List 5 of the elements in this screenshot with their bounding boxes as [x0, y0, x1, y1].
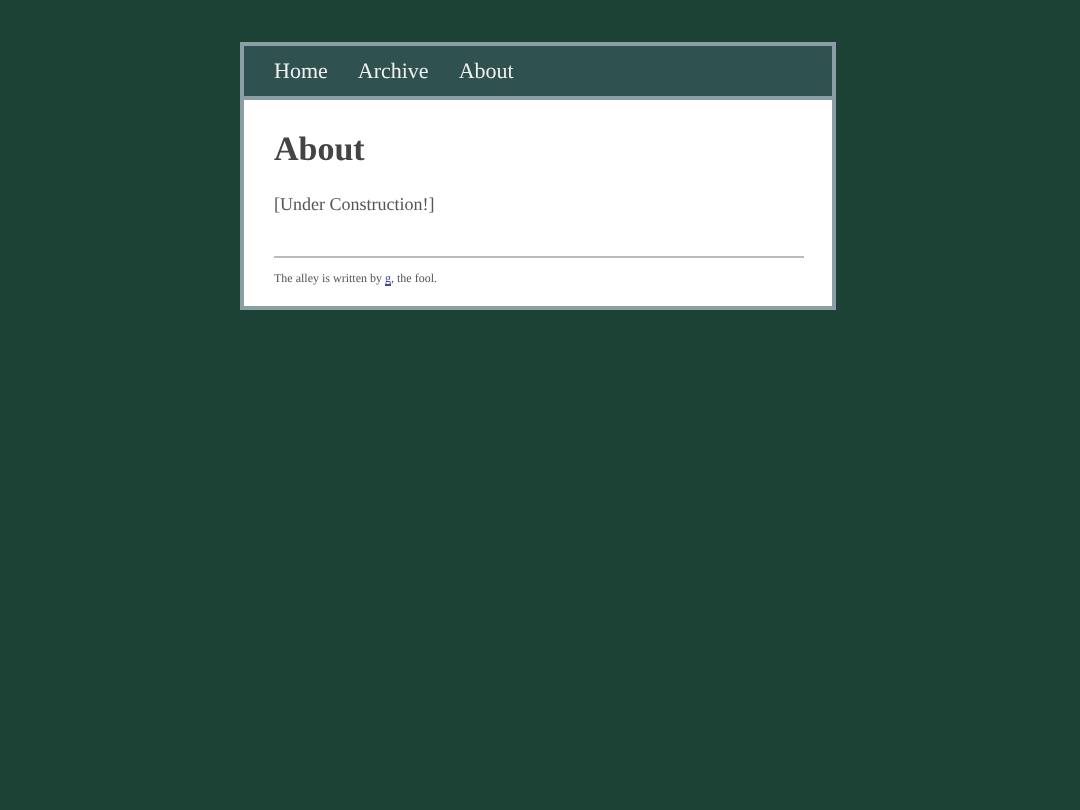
- page-heading: About: [274, 130, 367, 170]
- body-text: [Under Construction!]: [274, 194, 437, 214]
- nav-link[interactable]: Archive: [357, 59, 429, 83]
- nav-link[interactable]: About: [458, 59, 514, 83]
- nav-link[interactable]: Home: [274, 59, 328, 83]
